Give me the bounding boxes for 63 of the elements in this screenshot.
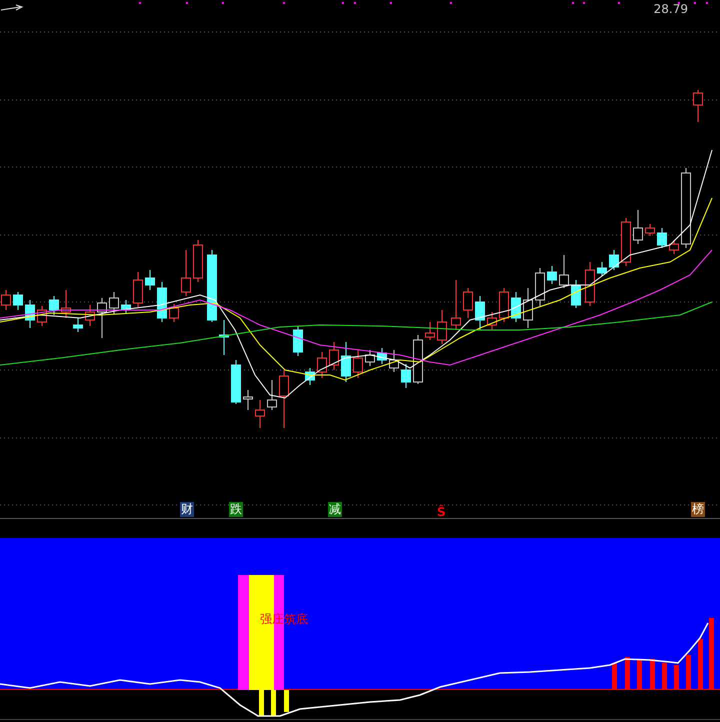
candlestick [1, 290, 11, 310]
candlestick [305, 368, 315, 386]
event-marker[interactable]: 财 [180, 502, 194, 517]
event-marker[interactable]: 减 [328, 502, 342, 517]
candlestick [475, 296, 485, 330]
candlestick [463, 288, 473, 318]
candlestick [49, 296, 59, 316]
candlestick [523, 288, 533, 328]
candlestick [377, 348, 387, 364]
candlestick [255, 400, 265, 428]
candlestick [109, 292, 119, 314]
candlestick [365, 350, 375, 366]
candlestick [37, 306, 47, 326]
candlestick [499, 288, 509, 322]
candlestick [353, 350, 363, 378]
candlestick [633, 210, 643, 244]
candlestick [219, 320, 229, 356]
candlestick [535, 268, 545, 306]
candlestick [157, 282, 167, 322]
arrow-icon [0, 4, 24, 12]
candlestick [121, 300, 131, 314]
candlestick [425, 322, 435, 340]
event-marker[interactable]: 跌 [229, 502, 243, 517]
candlestick [329, 342, 339, 370]
candlestick [413, 334, 423, 384]
candlestick [511, 292, 521, 322]
candlestick [487, 312, 497, 330]
candlestick [389, 350, 399, 372]
candlestick [231, 360, 241, 404]
candlestick [693, 90, 703, 122]
candlestick [181, 250, 191, 296]
candlestick [585, 262, 595, 306]
event-marker[interactable]: Ŝ [436, 505, 447, 520]
candlestick [341, 342, 351, 382]
candlestick [61, 290, 71, 318]
candlestick [13, 292, 23, 310]
candlestick [609, 250, 619, 270]
price-label: 28.79 [654, 2, 688, 16]
candlestick [437, 310, 447, 344]
candlestick [145, 270, 155, 290]
candlestick [317, 352, 327, 378]
candlestick [267, 380, 277, 410]
candlestick [657, 228, 667, 248]
candlestick [401, 364, 411, 388]
candlestick [193, 240, 203, 282]
candlestick [243, 390, 253, 410]
candlestick [571, 280, 581, 308]
candlestick [169, 304, 179, 322]
candlestick [597, 262, 607, 276]
candlestick [293, 326, 303, 356]
candlestick [25, 300, 35, 328]
candlestick [559, 254, 569, 288]
candlestick [645, 224, 655, 236]
candlestick [133, 272, 143, 308]
candlestick [85, 304, 95, 326]
candlestick [451, 280, 461, 330]
candlestick [73, 318, 83, 332]
candlestick [97, 298, 107, 338]
candlestick [669, 240, 679, 254]
candlestick [547, 266, 557, 284]
event-marker[interactable]: 榜 [691, 502, 705, 517]
candlestick [279, 370, 289, 428]
candlestick [621, 218, 631, 266]
